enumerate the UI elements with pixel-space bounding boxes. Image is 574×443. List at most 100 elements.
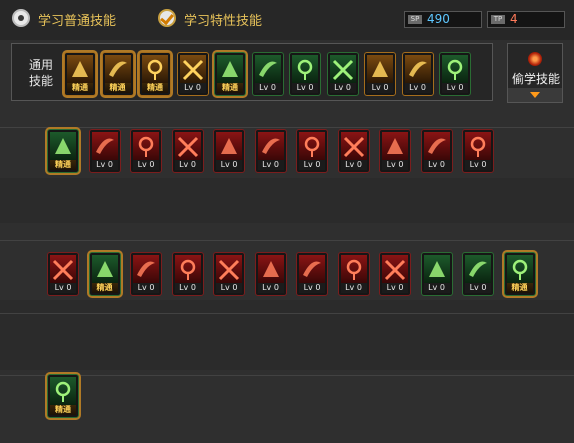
sp-counter: SP 490: [404, 11, 482, 28]
star-burst-icon: [91, 255, 118, 283]
skill-level-label: 精通: [50, 160, 76, 170]
skill-level-label: Lv 0: [340, 160, 367, 170]
skill-slot[interactable]: Lv 0: [462, 129, 494, 173]
skill-slot[interactable]: Lv 0: [296, 129, 328, 173]
skill-slot[interactable]: Lv 0: [171, 252, 204, 296]
skill-level-label: 精通: [91, 283, 118, 293]
skill-slot[interactable]: 精通: [47, 129, 79, 173]
blade-rain-icon: [340, 255, 367, 283]
skill-slot[interactable]: 精通: [101, 52, 134, 96]
skill-level-label: Lv 0: [216, 283, 242, 293]
skill-level-label: 精通: [142, 83, 168, 93]
spiral-vortex-icon: [367, 55, 393, 83]
crossed-beast-icon: [382, 132, 408, 160]
skill-slot[interactable]: Lv 0: [401, 52, 434, 96]
double-slash-icon: [423, 132, 450, 160]
skill-slot[interactable]: Lv 0: [88, 129, 121, 173]
row-separator: [0, 300, 574, 370]
skill-slot[interactable]: Lv 0: [254, 129, 287, 173]
flame-rise-icon: [257, 255, 284, 283]
whirl-blade-icon: [216, 132, 242, 160]
skill-slot[interactable]: 精通: [214, 52, 246, 96]
skill-level-label: 精通: [217, 83, 243, 93]
skill-level-label: Lv 0: [174, 160, 201, 170]
skill-slot[interactable]: Lv 0: [296, 252, 328, 296]
tab-trait-skills-label[interactable]: 学习特性技能: [184, 10, 262, 29]
skill-slot[interactable]: Lv 0: [420, 129, 453, 173]
tab-normal-skills-label[interactable]: 学习普通技能: [38, 10, 116, 29]
skill-level-label: Lv 0: [299, 160, 325, 170]
claw-strike-icon: [133, 132, 159, 160]
target-focus-icon: [217, 55, 243, 83]
twin-swords-icon: [382, 255, 408, 283]
skill-level-label: Lv 0: [91, 160, 118, 170]
skill-slot[interactable]: Lv 0: [439, 52, 471, 96]
crescent-slash-icon: [91, 132, 118, 160]
dash-runner-icon: [142, 55, 168, 83]
skill-slot[interactable]: Lv 0: [289, 52, 321, 96]
skill-slot[interactable]: 精通: [64, 52, 96, 96]
skill-slot[interactable]: Lv 0: [462, 252, 494, 296]
skill-slot[interactable]: Lv 0: [379, 252, 411, 296]
divider: [0, 127, 574, 128]
pillar-guard-icon: [133, 255, 159, 283]
steal-dropdown[interactable]: [508, 88, 562, 102]
nova-burst-icon: [506, 255, 533, 283]
skill-level-label: Lv 0: [423, 283, 450, 293]
skill-slot[interactable]: Lv 0: [254, 252, 287, 296]
jump-leap-icon: [442, 55, 468, 83]
shield-cross-icon: [257, 132, 284, 160]
skill-slot[interactable]: Lv 0: [420, 252, 453, 296]
triple-arrow-icon: [174, 132, 201, 160]
skill-slot[interactable]: Lv 0: [251, 52, 284, 96]
radio-normal-skills[interactable]: [12, 9, 30, 27]
skill-level-label: Lv 0: [254, 83, 281, 93]
skill-slot[interactable]: Lv 0: [176, 52, 209, 96]
steal-skill-label: 偷学技能: [512, 72, 561, 86]
skill-slot[interactable]: Lv 0: [130, 252, 162, 296]
skill-level-label: Lv 0: [299, 283, 325, 293]
tp-icon: TP: [491, 15, 505, 24]
steal-skill-button[interactable]: 偷学技能: [507, 43, 563, 103]
skill-level-label: Lv 0: [292, 83, 318, 93]
skill-slot[interactable]: Lv 0: [213, 252, 245, 296]
skill-slot[interactable]: Lv 0: [326, 52, 359, 96]
sp-icon: SP: [408, 15, 422, 24]
crescent-wave-icon: [174, 255, 201, 283]
sit-meditate-icon: [67, 55, 93, 83]
skill-slot[interactable]: Lv 0: [130, 129, 162, 173]
sp-value: 490: [427, 12, 450, 26]
radio-trait-skills[interactable]: [158, 9, 176, 27]
skill-level-label: Lv 0: [257, 283, 284, 293]
skill-slot[interactable]: 精通: [47, 374, 79, 418]
skill-level-label: 精通: [50, 405, 76, 415]
skill-slot[interactable]: Lv 0: [171, 129, 204, 173]
skill-slot[interactable]: Lv 0: [337, 252, 370, 296]
moon-slash-icon: [465, 255, 491, 283]
berserk-burst-icon: [50, 377, 76, 405]
skill-level-label: Lv 0: [179, 83, 206, 93]
summon-figure-icon: [329, 55, 356, 83]
skill-level-label: Lv 0: [404, 83, 431, 93]
skill-slot[interactable]: 精通: [88, 252, 121, 296]
skill-slot[interactable]: Lv 0: [47, 252, 79, 296]
skill-slot[interactable]: Lv 0: [379, 129, 411, 173]
skill-level-label: Lv 0: [382, 283, 408, 293]
skill-level-label: Lv 0: [423, 160, 450, 170]
wind-dancer-icon: [423, 255, 450, 283]
divider: [0, 240, 574, 241]
diving-strike-icon: [465, 132, 491, 160]
skill-slot[interactable]: Lv 0: [213, 129, 245, 173]
skill-level-label: Lv 0: [133, 283, 159, 293]
skill-level-label: Lv 0: [257, 160, 284, 170]
skill-level-label: 精通: [506, 283, 533, 293]
skill-level-label: 精通: [104, 83, 131, 93]
skill-slot[interactable]: Lv 0: [337, 129, 370, 173]
skill-level-label: Lv 0: [442, 83, 468, 93]
skill-level-label: Lv 0: [367, 83, 393, 93]
tp-counter: TP 4: [487, 11, 565, 28]
skill-slot[interactable]: Lv 0: [364, 52, 396, 96]
skill-level-label: Lv 0: [382, 160, 408, 170]
skill-slot[interactable]: 精通: [139, 52, 171, 96]
skill-slot[interactable]: 精通: [503, 252, 536, 296]
